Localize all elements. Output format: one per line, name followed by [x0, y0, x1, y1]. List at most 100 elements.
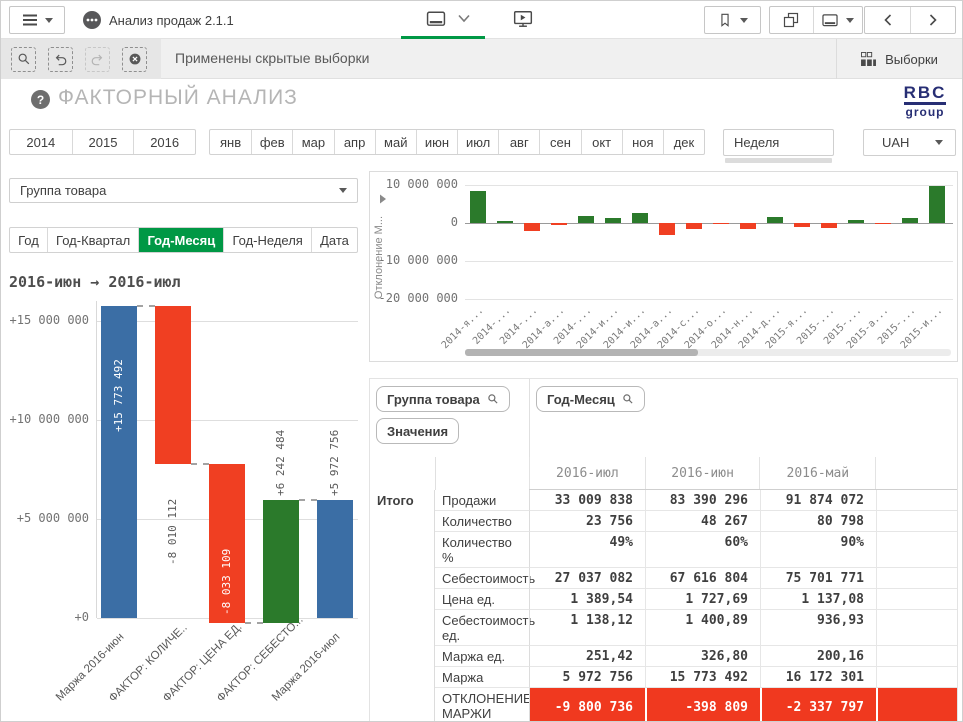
- prev-sheet-button[interactable]: [865, 7, 910, 33]
- pivot-cell[interactable]: 75 701 771: [760, 568, 876, 589]
- period-tab[interactable]: Дата: [311, 228, 357, 252]
- pivot-cell[interactable]: 16 172 301: [760, 667, 876, 688]
- pivot-cell[interactable]: 49%: [529, 532, 645, 568]
- month-button[interactable]: окт: [581, 130, 622, 154]
- deviation-bar[interactable]: [659, 223, 675, 235]
- pivot-cell[interactable]: 83 390 296: [645, 490, 760, 511]
- pivot-measures-button[interactable]: Значения: [376, 418, 459, 444]
- month-button[interactable]: авг: [498, 130, 539, 154]
- sheet-chevron-down-icon[interactable]: [457, 14, 471, 23]
- smart-search-button[interactable]: [11, 47, 36, 72]
- deviation-bar[interactable]: [605, 218, 621, 223]
- selections-panel-button[interactable]: Выборки: [836, 39, 962, 79]
- period-tab[interactable]: Год: [10, 228, 47, 252]
- month-button[interactable]: июн: [416, 130, 457, 154]
- deviation-bar[interactable]: [740, 223, 756, 229]
- clear-selections-button[interactable]: [122, 47, 147, 72]
- month-button[interactable]: апр: [334, 130, 375, 154]
- deviation-bar[interactable]: [929, 186, 945, 223]
- app-thumbnail-icon[interactable]: [83, 11, 101, 29]
- deviation-bar[interactable]: [578, 216, 594, 223]
- pivot-cell[interactable]: 1 389,54: [529, 589, 645, 610]
- pivot-cell[interactable]: 48 267: [645, 511, 760, 532]
- pivot-cell[interactable]: -398 809: [645, 688, 760, 722]
- next-sheet-button[interactable]: [910, 7, 955, 33]
- pivot-cell[interactable]: 67 616 804: [645, 568, 760, 589]
- pivot-row-label[interactable]: Маржа ед.: [435, 646, 529, 667]
- pivot-cell[interactable]: [876, 532, 958, 568]
- deviation-bar[interactable]: [524, 223, 540, 231]
- deviation-bar[interactable]: [821, 223, 837, 228]
- year-button[interactable]: 2016: [133, 130, 195, 154]
- period-tab[interactable]: Год-Квартал: [47, 228, 138, 252]
- pivot-cell[interactable]: 80 798: [760, 511, 876, 532]
- pivot-row-label[interactable]: Количество %: [435, 532, 529, 568]
- deviation-bar[interactable]: [713, 223, 729, 224]
- deviation-bar[interactable]: [686, 223, 702, 229]
- pivot-cell[interactable]: 200,16: [760, 646, 876, 667]
- pivot-cell[interactable]: [876, 688, 958, 722]
- pivot-cell[interactable]: 27 037 082: [529, 568, 645, 589]
- sheet-overview-button[interactable]: [770, 7, 813, 33]
- deviation-bar[interactable]: [902, 218, 918, 223]
- month-button[interactable]: фев: [251, 130, 292, 154]
- story-view-button[interactable]: [513, 10, 533, 28]
- pivot-column-header[interactable]: 2016-июн: [645, 457, 760, 489]
- month-button[interactable]: май: [375, 130, 416, 154]
- pivot-cell[interactable]: 91 874 072: [760, 490, 876, 511]
- pivot-cell[interactable]: [876, 667, 958, 688]
- pivot-cell[interactable]: [876, 646, 958, 667]
- redo-selection-button[interactable]: [85, 47, 110, 72]
- deviation-scrollbar-thumb[interactable]: [465, 349, 698, 356]
- month-button[interactable]: ноя: [622, 130, 663, 154]
- pivot-dim-button[interactable]: Группа товара: [376, 386, 510, 412]
- pivot-cell[interactable]: 1 137,08: [760, 589, 876, 610]
- pivot-cell[interactable]: 1 138,12: [529, 610, 645, 646]
- week-filter[interactable]: Неделя: [723, 129, 834, 156]
- month-button[interactable]: сен: [539, 130, 580, 154]
- pivot-cell[interactable]: 33 009 838: [529, 490, 645, 511]
- pivot-row-label[interactable]: ОТКЛОНЕНИЕ МАРЖИ: [435, 688, 529, 722]
- pivot-cell[interactable]: 5 972 756: [529, 667, 645, 688]
- expand-arrow-icon[interactable]: [379, 194, 387, 204]
- global-menu-button[interactable]: [9, 6, 65, 34]
- deviation-bar[interactable]: [551, 223, 567, 225]
- month-button[interactable]: янв: [210, 130, 251, 154]
- product-group-dropdown[interactable]: Группа товара: [9, 178, 358, 203]
- pivot-cell[interactable]: 936,93: [760, 610, 876, 646]
- deviation-bar[interactable]: [767, 217, 783, 223]
- current-sheet-button[interactable]: [813, 7, 862, 33]
- pivot-row-label[interactable]: Себестоимость: [435, 568, 529, 589]
- help-icon[interactable]: ?: [31, 90, 50, 109]
- pivot-column-header[interactable]: 2016-июл: [529, 457, 645, 489]
- waterfall-bar[interactable]: [263, 500, 299, 624]
- currency-dropdown[interactable]: UAH: [863, 129, 956, 156]
- period-tab[interactable]: Год-Месяц: [138, 228, 223, 252]
- period-tab[interactable]: Год-Неделя: [223, 228, 311, 252]
- month-button[interactable]: мар: [292, 130, 333, 154]
- pivot-column-header[interactable]: 2016-май: [759, 457, 875, 489]
- undo-selection-button[interactable]: [48, 47, 73, 72]
- pivot-row-label[interactable]: Цена ед.: [435, 589, 529, 610]
- pivot-cell[interactable]: 15 773 492: [645, 667, 760, 688]
- bookmarks-button[interactable]: [704, 6, 761, 34]
- pivot-cell[interactable]: 23 756: [529, 511, 645, 532]
- pivot-column-header[interactable]: [875, 457, 957, 489]
- pivot-cell[interactable]: [876, 589, 958, 610]
- pivot-cell[interactable]: 1 400,89: [645, 610, 760, 646]
- pivot-cell[interactable]: 251,42: [529, 646, 645, 667]
- deviation-bar[interactable]: [497, 221, 513, 223]
- pivot-cell[interactable]: -9 800 736: [529, 688, 645, 722]
- deviation-bar[interactable]: [875, 223, 891, 224]
- waterfall-bar[interactable]: [317, 500, 353, 618]
- pivot-cell[interactable]: -2 337 797: [760, 688, 876, 722]
- deviation-bar[interactable]: [794, 223, 810, 227]
- waterfall-bar[interactable]: [155, 306, 191, 465]
- pivot-cell[interactable]: 1 727,69: [645, 589, 760, 610]
- year-button[interactable]: 2014: [10, 130, 72, 154]
- deviation-bar[interactable]: [848, 220, 864, 223]
- pivot-cell[interactable]: 90%: [760, 532, 876, 568]
- month-button[interactable]: дек: [663, 130, 704, 154]
- year-button[interactable]: 2015: [72, 130, 134, 154]
- pivot-row-label[interactable]: Маржа: [435, 667, 529, 688]
